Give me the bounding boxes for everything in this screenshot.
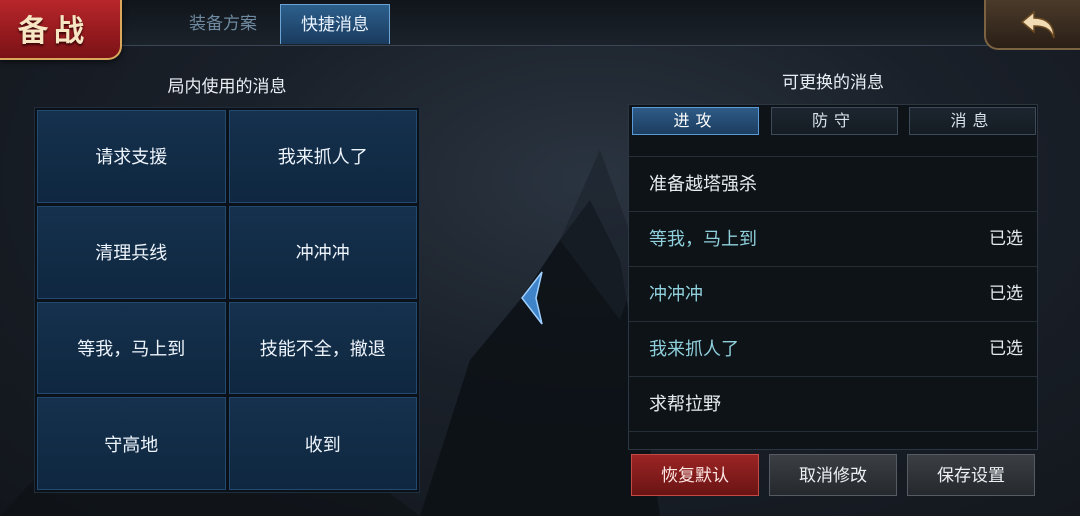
left-section-title: 局内使用的消息 [167, 77, 287, 97]
tab-message[interactable]: 消息 [909, 107, 1036, 135]
tab-attack[interactable]: 进攻 [632, 107, 759, 135]
message-list: 准备越塔强杀 等我，马上到 已选 冲冲冲 已选 我来抓人了 已选 求帮拉野 [629, 137, 1037, 432]
selected-status: 已选 [989, 284, 1023, 304]
message-slot[interactable]: 等我，马上到 [37, 301, 226, 395]
list-item-partial [629, 137, 1037, 157]
top-bar: 备战 装备方案 快捷消息 [0, 0, 1080, 60]
page-title: 备战 [18, 14, 90, 49]
title-badge: 备战 [0, 0, 122, 60]
list-item[interactable]: 求帮拉野 [629, 377, 1037, 432]
category-tabs: 进攻 防守 消息 [629, 105, 1037, 137]
save-settings-button[interactable]: 保存设置 [907, 454, 1035, 496]
message-slot[interactable]: 收到 [228, 397, 417, 490]
message-slot[interactable]: 我来抓人了 [228, 110, 417, 203]
tab-equipment-plan[interactable]: 装备方案 [168, 4, 278, 44]
message-slot[interactable]: 请求支援 [37, 110, 226, 203]
tab-quick-message[interactable]: 快捷消息 [280, 4, 390, 44]
right-section-title: 可更换的消息 [782, 73, 884, 93]
list-item-label: 冲冲冲 [649, 284, 703, 305]
replaceable-message-panel: 进攻 防守 消息 准备越塔强杀 等我，马上到 已选 冲冲冲 已选 我来抓人了 已… [628, 104, 1038, 450]
selected-status: 已选 [989, 339, 1023, 359]
list-item[interactable]: 准备越塔强杀 [629, 157, 1037, 212]
back-arrow-icon [1020, 10, 1055, 39]
list-item-label: 准备越塔强杀 [649, 174, 757, 195]
chevron-left-icon[interactable] [516, 270, 546, 326]
list-item[interactable]: 我来抓人了 已选 [629, 322, 1037, 377]
in-game-message-grid: 请求支援 我来抓人了 清理兵线 冲冲冲 等我，马上到 技能不全，撤退 守高地 收… [34, 107, 420, 493]
message-slot[interactable]: 守高地 [37, 397, 226, 490]
message-slot[interactable]: 技能不全，撤退 [228, 301, 417, 395]
back-button[interactable] [984, 0, 1080, 50]
message-slot[interactable]: 冲冲冲 [228, 205, 417, 299]
message-slot[interactable]: 清理兵线 [37, 205, 226, 299]
list-item-label: 我来抓人了 [649, 339, 739, 360]
list-item[interactable]: 等我，马上到 已选 [629, 212, 1037, 267]
tab-defense[interactable]: 防守 [770, 107, 898, 135]
cancel-changes-button[interactable]: 取消修改 [769, 454, 897, 496]
list-item-label: 等我，马上到 [649, 229, 757, 250]
selected-status: 已选 [989, 229, 1023, 249]
list-item[interactable]: 冲冲冲 已选 [629, 267, 1037, 322]
reset-default-button[interactable]: 恢复默认 [631, 454, 759, 496]
list-item-label: 求帮拉野 [649, 394, 721, 415]
